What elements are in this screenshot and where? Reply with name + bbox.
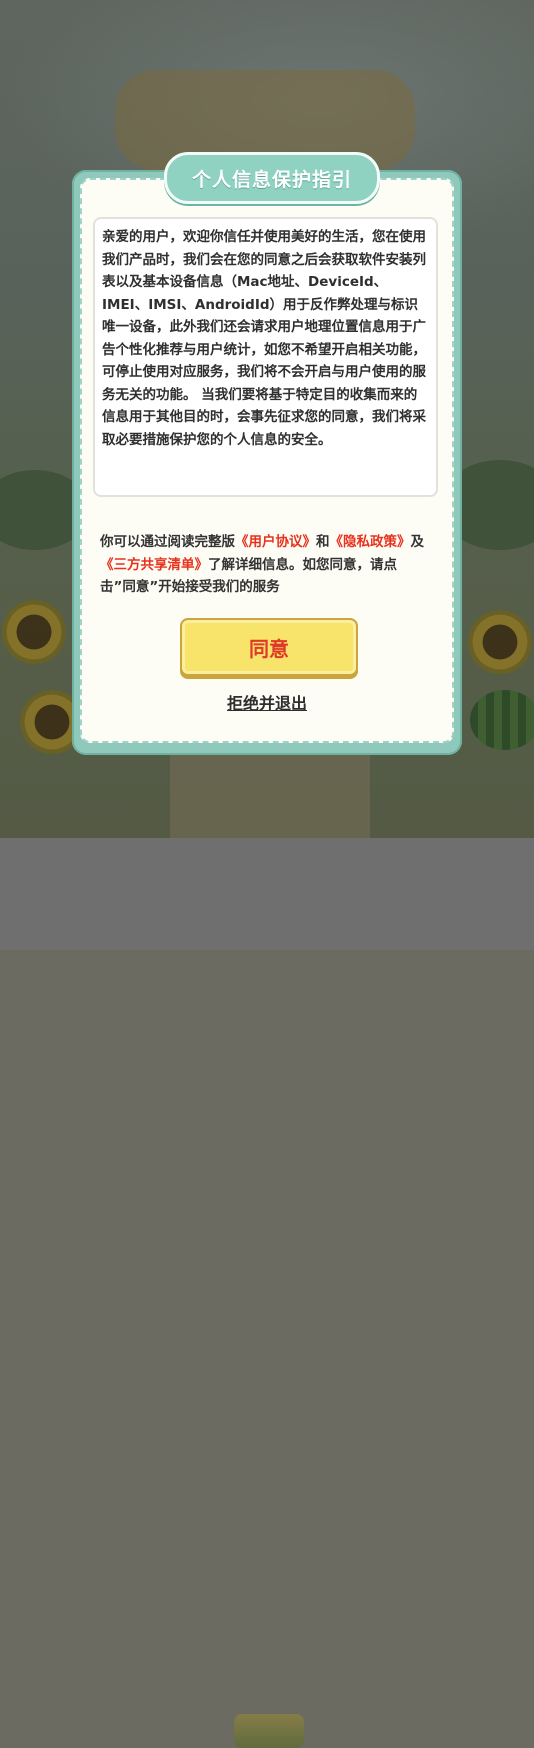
game-logo-small [234, 1714, 304, 1748]
sunflower-decoration [468, 610, 532, 674]
consent-prefix: 你可以通过阅读完整版 [100, 534, 235, 550]
third-party-list-link[interactable]: 《三方共享清单》 [100, 557, 208, 573]
agree-button-label: 同意 [249, 636, 289, 661]
agree-button[interactable]: 同意 [180, 618, 358, 676]
consent-and-2: 及 [410, 534, 425, 550]
sunflower-decoration [2, 600, 66, 664]
privacy-text-box[interactable]: 亲爱的用户，欢迎你信任并使用美好的生活，您在使用我们产品时，我们会在您的同意之后… [93, 217, 438, 497]
dialog-title: 个人信息保护指引 [191, 168, 352, 191]
user-agreement-link[interactable]: 《用户协议》 [235, 534, 316, 550]
privacy-body-text: 亲爱的用户，欢迎你信任并使用美好的生活，您在使用我们产品时，我们会在您的同意之后… [102, 229, 426, 448]
privacy-policy-link[interactable]: 《隐私政策》 [330, 534, 411, 550]
dialog-title-tab: 个人信息保护指引 [164, 152, 380, 204]
reject-and-exit-link[interactable]: 拒绝并退出 [0, 690, 534, 714]
consent-text: 你可以通过阅读完整版《用户协议》和《隐私政策》及《三方共享清单》了解详细信息。如… [100, 531, 430, 599]
bottom-bar [0, 838, 534, 1748]
consent-and: 和 [316, 534, 330, 550]
